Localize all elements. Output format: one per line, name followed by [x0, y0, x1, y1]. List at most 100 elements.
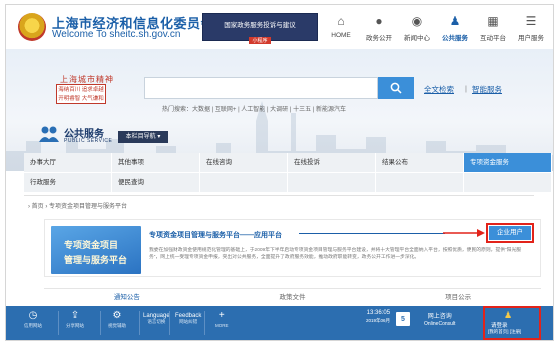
- menu-item-online-complaint[interactable]: 在线投诉: [288, 153, 375, 172]
- menu-item-special-fund[interactable]: 专项资金服务: [464, 153, 551, 172]
- fulltext-search-link[interactable]: 全文检索: [424, 84, 454, 95]
- toolbar-separator: [139, 311, 140, 335]
- nav-public-service[interactable]: ♟ 公共服务: [436, 13, 474, 51]
- platform-title[interactable]: 专项资金项目管理与服务平台——应用平台: [149, 230, 282, 240]
- bottom-toolbar: ◷ 信用网站 ⇪ 分享网站 ⚙ 视觉辅助 Language 语言切换 Feedb…: [6, 306, 553, 340]
- people-icon: ♟: [449, 14, 461, 28]
- toolbar-sublabel: MORE: [215, 323, 229, 328]
- menu-item-admin-service[interactable]: 行政服务: [24, 173, 111, 192]
- search-icon: [390, 82, 402, 94]
- banner-subtitle: 小程序: [249, 37, 271, 44]
- search-input[interactable]: [144, 77, 378, 99]
- tab-notices[interactable]: 通知公告: [44, 289, 210, 306]
- clock: 13:36:05 2019年06月: [366, 310, 390, 324]
- login-title: 请登录: [491, 323, 508, 329]
- grid-icon: ▦: [487, 14, 499, 28]
- menu-item-online-consult[interactable]: 在线咨询: [200, 153, 287, 172]
- toolbar-separator: [100, 311, 101, 335]
- public-service-icon: [39, 126, 59, 142]
- toolbar-sublabel: 语言切换: [147, 319, 166, 324]
- search-button[interactable]: [378, 77, 414, 99]
- login-panel[interactable]: ♟ 请登录 [我的首页] [注册]: [483, 306, 541, 340]
- toolbar-sublabel: 网站纠错: [179, 319, 198, 324]
- arrow-right-icon: [443, 229, 485, 237]
- home-icon: ⌂: [337, 14, 345, 28]
- toolbar-sublabel: 视觉辅助: [108, 323, 126, 328]
- column-nav-button[interactable]: 本栏目导航 ▾: [118, 131, 168, 143]
- nav-label: 政务公开: [366, 35, 392, 42]
- menu-item-empty: [200, 173, 287, 192]
- login-links[interactable]: [我的首页] [注册]: [488, 329, 521, 335]
- nav-label: 公共服务: [442, 35, 468, 42]
- platform-image-line1: 专项资金项目: [64, 240, 119, 250]
- toolbar-sublabel: 信用网站: [24, 323, 42, 328]
- complaint-miniprogram-banner[interactable]: 国家政务服务投诉与建议 小程序: [202, 13, 318, 44]
- menu-item-convenience-query[interactable]: 便民查询: [112, 173, 199, 192]
- credit-site-button[interactable]: ◷ 信用网站: [24, 309, 42, 329]
- content-tabs: 通知公告 政策文件 项目公示: [44, 288, 541, 306]
- calendar-icon[interactable]: 5: [396, 312, 410, 326]
- enterprise-user-button[interactable]: 企业用户: [486, 223, 534, 243]
- nav-user-service[interactable]: ☰ 用户服务: [512, 13, 550, 49]
- more-button[interactable]: + MORE: [215, 309, 229, 328]
- city-spirit-box: 海纳百川 追求卓越 开明睿智 大气谦和: [56, 84, 106, 104]
- chat-icon: ●: [375, 14, 383, 28]
- calendar-day: 5: [401, 316, 405, 323]
- nav-label: 互动平台: [480, 35, 506, 42]
- platform-image-line2: 管理与服务平台: [64, 255, 128, 265]
- breadcrumb[interactable]: › 首页 › 专项资金项目管理与服务平台: [28, 201, 127, 210]
- site-header: 上海市经济和信息化委员会 Welcome To sheitc.sh.gov.cn…: [6, 5, 553, 51]
- toolbar-separator: [58, 311, 59, 335]
- online-consult-label: 网上咨询: [427, 314, 452, 320]
- emblem-icon: [18, 13, 46, 41]
- user-icon: ☰: [525, 14, 537, 28]
- toolbar-separator: [169, 311, 170, 335]
- title-underline: [299, 233, 445, 234]
- smart-service-link[interactable]: 智能服务: [472, 84, 502, 95]
- city-spirit-line2: 开明睿智 大气谦和: [58, 96, 104, 102]
- user-icon: ♟: [504, 310, 513, 320]
- clock-icon: ◷: [28, 310, 38, 321]
- link-separator: |: [465, 84, 467, 93]
- feedback-button[interactable]: Feedback 网站纠错: [175, 312, 201, 325]
- language-button[interactable]: Language 语言切换: [143, 312, 170, 325]
- service-menu-grid: 办事大厅 其他事项 在线咨询 在线投诉 结果公布 专项资金服务 行政服务 便民查…: [24, 153, 552, 192]
- globe-icon: ◉: [411, 14, 423, 28]
- nav-gov-affairs[interactable]: ● 政务公开: [360, 13, 398, 49]
- nav-label: 新闻中心: [404, 35, 430, 42]
- share-site-button[interactable]: ⇪ 分享网站: [66, 309, 84, 329]
- toolbar-separator: [204, 311, 205, 335]
- platform-description: 我委在加强财政资金使用规范化管理的基础上，于2009年下半年启动专项资金项目管理…: [149, 248, 522, 260]
- enterprise-user-label: 企业用户: [489, 226, 531, 240]
- plus-icon: +: [218, 310, 225, 321]
- menu-item-other-matters[interactable]: 其他事项: [112, 153, 199, 172]
- nav-home[interactable]: ⌂ HOME: [322, 13, 360, 49]
- nav-label: HOME: [331, 32, 351, 39]
- clock-date: 2019年06月: [366, 318, 391, 323]
- hot-search-words[interactable]: 热门搜索：大数据 | 互联网+ | 人工智能 | 大调研 | 十三五 | 新能源…: [162, 104, 346, 113]
- nav-interaction[interactable]: ▦ 互动平台: [474, 13, 512, 49]
- menu-item-results[interactable]: 结果公布: [376, 153, 463, 172]
- main-nav: ⌂ HOME ● 政务公开 ◉ 新闻中心 ♟ 公共服务 ▦ 互动平台 ☰ 用户服…: [322, 13, 550, 51]
- toolbar-sublabel: 分享网站: [66, 323, 84, 328]
- clock-time: 13:36:05: [366, 310, 391, 316]
- fund-platform-card: 专项资金项目 管理与服务平台 专项资金项目管理与服务平台——应用平台 我委在加强…: [44, 219, 541, 277]
- nav-news[interactable]: ◉ 新闻中心: [398, 13, 436, 49]
- city-spirit-line1: 海纳百川 追求卓越: [58, 87, 104, 93]
- online-consult-en: OnlineConsult: [424, 321, 456, 327]
- gear-icon: ⚙: [112, 310, 122, 321]
- menu-item-empty: [464, 173, 551, 192]
- tab-policies[interactable]: 政策文件: [210, 289, 376, 306]
- tab-project-publicity[interactable]: 项目公示: [375, 289, 541, 306]
- nav-label: 用户服务: [518, 35, 544, 42]
- public-service-subtitle: PUBLIC SERVICE: [64, 138, 113, 144]
- browser-page: 上海市经济和信息化委员会 Welcome To sheitc.sh.gov.cn…: [5, 4, 554, 341]
- divider: [24, 195, 534, 196]
- share-icon: ⇪: [70, 310, 80, 321]
- menu-item-empty: [376, 173, 463, 192]
- menu-item-service-hall[interactable]: 办事大厅: [24, 153, 111, 172]
- platform-image[interactable]: 专项资金项目 管理与服务平台: [51, 226, 141, 274]
- online-consult-button[interactable]: 网上咨询 OnlineConsult: [424, 310, 455, 327]
- visual-aid-button[interactable]: ⚙ 视觉辅助: [108, 309, 126, 329]
- site-name-en[interactable]: Welcome To sheitc.sh.gov.cn: [52, 29, 180, 40]
